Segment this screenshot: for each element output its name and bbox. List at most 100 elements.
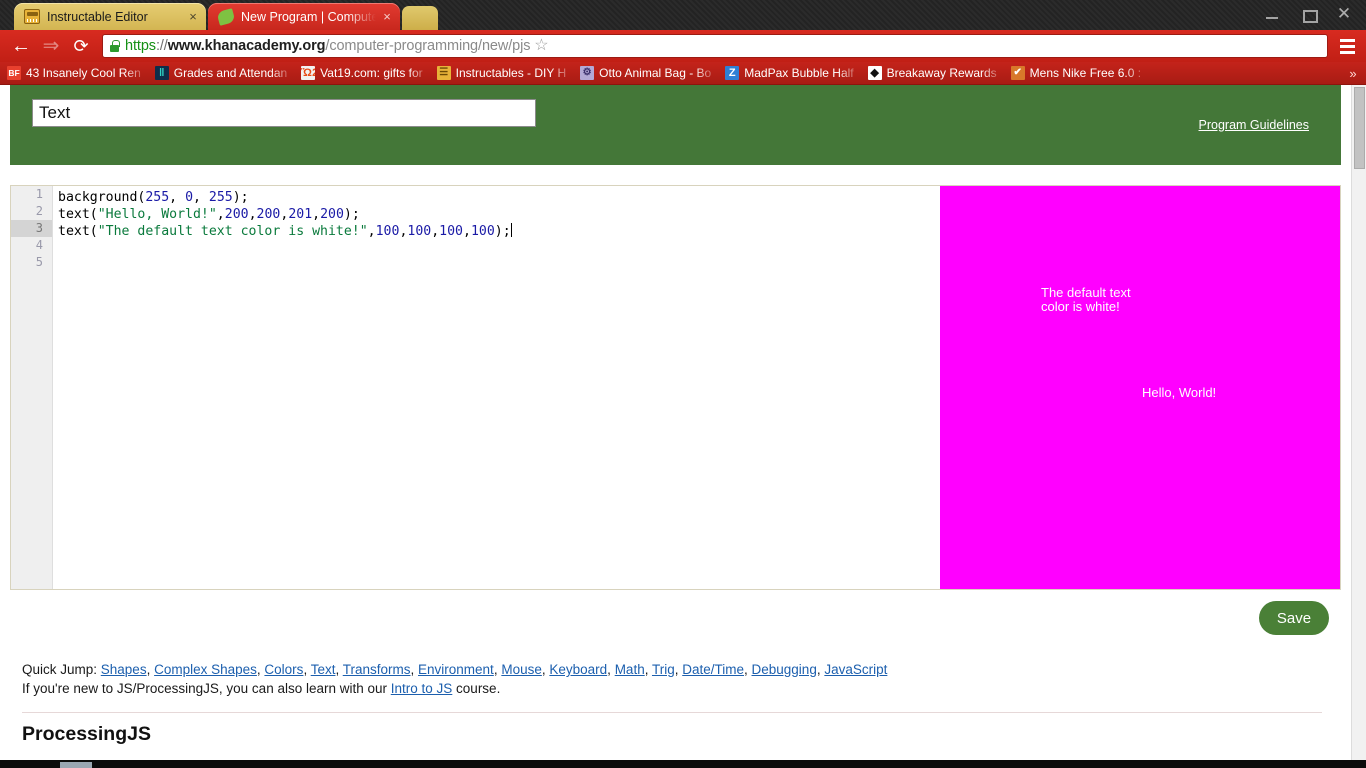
quick-jump-link[interactable]: Shapes — [101, 662, 147, 677]
code-token: 200 — [320, 207, 344, 222]
tab-close-icon[interactable]: × — [380, 10, 394, 24]
hamburger-menu-icon[interactable] — [1334, 34, 1360, 58]
quick-jump-link[interactable]: Mouse — [501, 662, 542, 677]
section-divider — [22, 712, 1322, 713]
code-editor-panel: 1 2 3 4 5 background(255, 0, 255); text("… — [10, 185, 1341, 590]
bookmark-label: Grades and Attendan — [173, 66, 288, 80]
quick-jump-separator: , — [146, 662, 155, 677]
code-token: , — [248, 207, 257, 222]
program-output-canvas[interactable]: The default text color is white! Hello, … — [940, 186, 1340, 589]
code-token: , — [431, 224, 440, 239]
bookmark-item[interactable]: BF 43 Insanely Cool Ren — [0, 62, 148, 84]
code-text-area[interactable]: background(255, 0, 255); text("Hello, Wor… — [54, 186, 938, 589]
code-token: , — [312, 207, 321, 222]
code-line: text("Hello, World!",200,200,201,200); — [58, 206, 938, 223]
address-bar[interactable]: https://www.khanacademy.org/computer-pro… — [102, 34, 1328, 58]
code-token: 201 — [288, 207, 313, 222]
code-token: 200 — [224, 207, 249, 222]
url-separator: :// — [155, 38, 168, 54]
bookmark-label: MadPax Bubble Half — [744, 66, 854, 80]
code-token: 0 — [185, 190, 194, 205]
intro-to-js-link[interactable]: Intro to JS — [391, 681, 453, 696]
code-token: text( — [58, 207, 98, 222]
code-token: , — [193, 190, 209, 205]
tab-strip: Instructable Editor × New Program | Comp… — [0, 0, 1366, 30]
quick-jump-link[interactable]: Environment — [418, 662, 494, 677]
khanacademy-leaf-favicon-icon — [216, 8, 236, 26]
save-button[interactable]: Save — [1259, 601, 1329, 635]
bookmark-item[interactable]: Ὥ2 Vat19.com: gifts for — [294, 62, 430, 84]
taskbar-item[interactable] — [60, 762, 92, 768]
quick-jump-separator: , — [607, 662, 615, 677]
intro-text-before: If you're new to JS/ProcessingJS, you ca… — [22, 681, 391, 696]
bookmark-item[interactable]: ⚙ Otto Animal Bag - Bo — [573, 62, 718, 84]
quick-jump-link[interactable]: Colors — [264, 662, 303, 677]
program-title-input[interactable] — [32, 99, 536, 127]
code-token: "Hello, World!" — [97, 207, 217, 222]
intro-to-js-row: If you're new to JS/ProcessingJS, you ca… — [22, 679, 500, 698]
quick-jump-link[interactable]: Math — [615, 662, 645, 677]
bookmark-label: Mens Nike Free 6.0 : — [1029, 66, 1142, 80]
new-tab-button[interactable] — [402, 6, 438, 30]
maximize-window-icon[interactable] — [1290, 3, 1326, 25]
quick-jump-link[interactable]: Complex Shapes — [154, 662, 257, 677]
bookmark-label: Vat19.com: gifts for — [320, 66, 423, 80]
scrollbar-thumb[interactable] — [1354, 87, 1365, 169]
code-token: 255 — [145, 190, 170, 205]
bookmark-label: Otto Animal Bag - Bo — [599, 66, 712, 80]
bookmark-item[interactable]: ✔ Mens Nike Free 6.0 : — [1004, 62, 1148, 84]
khanacademy-program-page: Program Guidelines 1 2 3 4 5 background(… — [0, 85, 1351, 768]
tab-close-icon[interactable]: × — [186, 10, 200, 24]
bookmark-favicon-icon: BF — [7, 66, 21, 80]
quick-jump-link[interactable]: Trig — [652, 662, 675, 677]
back-icon[interactable]: ← — [6, 31, 36, 61]
minimize-window-icon[interactable] — [1254, 3, 1290, 25]
program-guidelines-link[interactable]: Program Guidelines — [1199, 118, 1309, 132]
quick-jump-separator: , — [744, 662, 752, 677]
quick-jump-link[interactable]: Text — [311, 662, 336, 677]
bookmark-item[interactable]: ‖ Grades and Attendan — [148, 62, 294, 84]
bookmarks-overflow-icon[interactable]: » — [1344, 62, 1362, 84]
bookmark-favicon-icon: Z — [725, 66, 740, 80]
code-line: background(255, 0, 255); — [58, 189, 938, 206]
bookmark-item[interactable]: ◆ Breakaway Rewards — [861, 62, 1004, 84]
browser-tab-instructable-editor[interactable]: Instructable Editor × — [14, 3, 206, 30]
page-viewport: Program Guidelines 1 2 3 4 5 background(… — [0, 85, 1366, 768]
quick-jump-link[interactable]: Debugging — [752, 662, 817, 677]
quick-jump-row: Quick Jump: Shapes, Complex Shapes, Colo… — [22, 660, 887, 679]
quick-jump-link[interactable]: JavaScript — [824, 662, 887, 677]
browser-tab-new-program[interactable]: New Program | Compute × — [208, 3, 400, 30]
code-token: , — [463, 224, 471, 239]
url-path: /computer-programming/new/pjs — [325, 38, 531, 54]
quick-jump-label: Quick Jump: — [22, 662, 101, 677]
bookmark-label: 43 Insanely Cool Ren — [26, 66, 141, 80]
quick-jump-separator: , — [410, 662, 419, 677]
bookmark-star-icon[interactable]: ☆ — [530, 36, 552, 56]
reload-icon[interactable]: ⟳ — [66, 31, 96, 61]
close-window-icon[interactable]: ✕ — [1326, 3, 1362, 25]
code-token: 100 — [407, 224, 432, 239]
code-token: 100 — [470, 224, 495, 239]
quick-jump-link[interactable]: Keyboard — [549, 662, 607, 677]
quick-jump-link[interactable]: Transforms — [343, 662, 411, 677]
page-vertical-scrollbar[interactable] — [1351, 85, 1366, 768]
text-caret — [510, 223, 512, 237]
bookmark-item[interactable]: Z MadPax Bubble Half — [718, 62, 860, 84]
bookmark-favicon-icon: ⚙ — [580, 66, 595, 80]
forward-icon[interactable]: ⇒ — [36, 31, 66, 61]
docs-section-heading: ProcessingJS — [22, 723, 151, 745]
tab-title: Instructable Editor — [47, 9, 148, 24]
bookmark-item[interactable]: ☰ Instructables - DIY H — [430, 62, 573, 84]
quick-jump-link[interactable]: Date/Time — [682, 662, 744, 677]
url-host: www.khanacademy.org — [167, 38, 326, 54]
quick-jump-separator: , — [303, 662, 311, 677]
editor-line-number-gutter: 1 2 3 4 5 — [11, 186, 53, 589]
code-token: ); — [232, 190, 249, 205]
instructables-favicon-icon — [24, 9, 40, 24]
code-token: 100 — [375, 224, 400, 239]
os-taskbar — [0, 760, 1366, 768]
line-number-active: 3 — [11, 220, 52, 237]
line-number: 4 — [35, 238, 43, 252]
